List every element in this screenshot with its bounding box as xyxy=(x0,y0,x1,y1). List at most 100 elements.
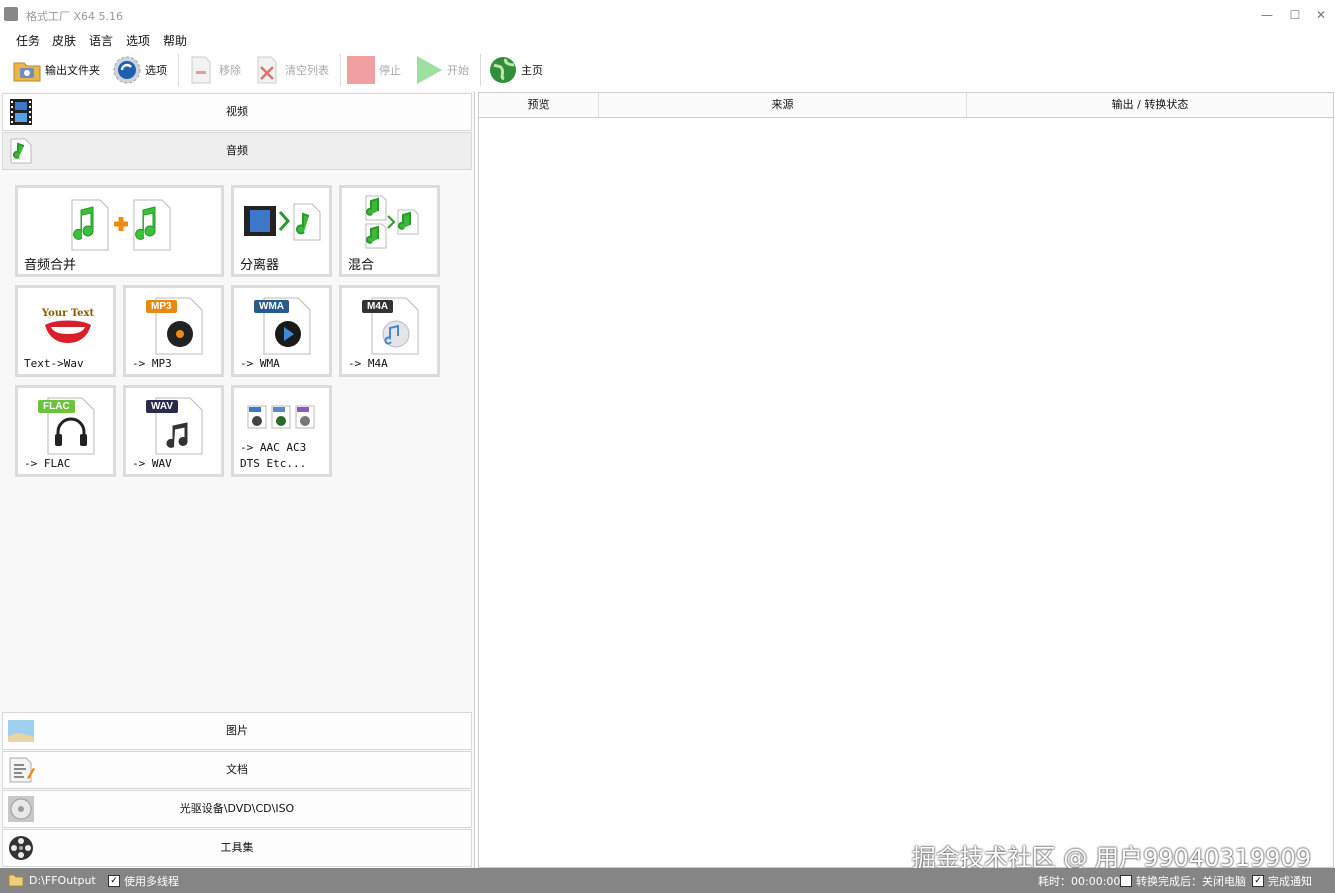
task-list-panel[interactable]: 预览 来源 输出 / 转换状态 xyxy=(478,92,1334,868)
to-flac-label: -> FLAC xyxy=(24,457,71,470)
shutdown-after-checkbox[interactable]: 转换完成后：关闭电脑 xyxy=(1120,873,1246,889)
category-optical-label: 光驱设备\DVD\CD\ISO xyxy=(179,802,295,815)
home-label: 主页 xyxy=(521,64,543,77)
elapsed-label: 耗时：00:00:00 xyxy=(1038,875,1121,888)
m4a-icon: M4A xyxy=(360,296,422,359)
shutdown-after-check xyxy=(1120,875,1132,887)
to-m4a-label: -> M4A xyxy=(348,357,388,370)
aac-label-line1: -> AAC AC3 xyxy=(240,441,307,454)
toolbar-separator xyxy=(178,54,179,86)
start-button[interactable]: 开始 xyxy=(414,52,469,88)
wma-icon: WMA xyxy=(252,296,314,359)
to-mp3-tile[interactable]: MP3 -> MP3 xyxy=(123,285,224,377)
toolbar-separator xyxy=(340,54,341,86)
clear-list-label: 清空列表 xyxy=(285,64,329,77)
mp3-badge: MP3 xyxy=(146,300,177,313)
window-title: 格式工厂 X64 5.16 xyxy=(26,10,124,23)
title-bar: 格式工厂 X64 5.16 — ☐ ✕ xyxy=(0,0,1335,30)
audio-merge-label: 音频合并 xyxy=(24,258,77,273)
column-source[interactable]: 来源 xyxy=(599,93,967,118)
your-text-art: Your Text xyxy=(41,308,95,319)
toolbar-separator xyxy=(480,54,481,86)
category-tools-label: 工具集 xyxy=(220,841,254,854)
menu-task[interactable]: 任务 xyxy=(16,32,40,49)
status-bar: D:\FFOutput ✓ 使用多线程 耗时：00:00:00 转换完成后：关闭… xyxy=(0,868,1335,893)
gear-icon xyxy=(112,55,142,85)
to-aac-ac3-label: -> AAC AC3 DTS Etc... xyxy=(240,440,306,472)
to-mp3-label: -> MP3 xyxy=(132,357,172,370)
menu-options[interactable]: 选项 xyxy=(126,32,150,49)
column-preview[interactable]: 预览 xyxy=(479,93,599,118)
aac-ac3-icon xyxy=(246,404,318,433)
multithread-check: ✓ xyxy=(108,875,120,887)
mp3-icon: MP3 xyxy=(144,296,206,359)
options-label: 选项 xyxy=(145,64,167,77)
stop-label: 停止 xyxy=(379,64,401,77)
wma-badge: WMA xyxy=(254,300,289,313)
column-output-status[interactable]: 输出 / 转换状态 xyxy=(967,93,1333,118)
splitter-tile[interactable]: 分离器 xyxy=(231,185,332,277)
minimize-button[interactable]: — xyxy=(1252,4,1282,26)
home-button[interactable]: 主页 xyxy=(488,52,543,88)
flac-icon: FLAC xyxy=(36,396,98,459)
remove-icon xyxy=(186,55,216,85)
to-aac-ac3-tile[interactable]: -> AAC AC3 DTS Etc... xyxy=(231,385,332,477)
to-wma-tile[interactable]: WMA -> WMA xyxy=(231,285,332,377)
category-document[interactable]: 文档 xyxy=(2,751,472,789)
category-audio[interactable]: 音频 xyxy=(2,132,472,170)
menu-language[interactable]: 语言 xyxy=(89,32,113,49)
left-panel: 视频 音频 音频合并 分离器 混合 Your Text Text->Wav MP… xyxy=(0,92,475,868)
category-tools[interactable]: 工具集 xyxy=(2,829,472,867)
to-m4a-tile[interactable]: M4A -> M4A xyxy=(339,285,440,377)
stop-icon xyxy=(346,55,376,85)
menu-bar: 任务 皮肤 语言 选项 帮助 xyxy=(0,30,1335,50)
multithread-checkbox[interactable]: ✓ 使用多线程 xyxy=(108,873,179,889)
flac-badge: FLAC xyxy=(38,400,75,413)
app-icon xyxy=(4,7,18,21)
text-to-wav-icon: Your Text xyxy=(38,308,98,348)
menu-help[interactable]: 帮助 xyxy=(163,32,187,49)
category-optical[interactable]: 光驱设备\DVD\CD\ISO xyxy=(2,790,472,828)
stop-button[interactable]: 停止 xyxy=(346,52,401,88)
category-picture[interactable]: 图片 xyxy=(2,712,472,750)
options-button[interactable]: 选项 xyxy=(112,52,167,88)
category-audio-label: 音频 xyxy=(226,144,248,157)
output-folder-label: 输出文件夹 xyxy=(45,64,100,77)
toolbar: 输出文件夹 选项 移除 清空列表 停止 开始 主页 xyxy=(0,52,1335,90)
start-label: 开始 xyxy=(447,64,469,77)
splitter-icon xyxy=(242,202,324,245)
folder-small-icon xyxy=(8,874,24,887)
clear-list-button[interactable]: 清空列表 xyxy=(252,52,329,88)
shutdown-after-label: 转换完成后：关闭电脑 xyxy=(1136,875,1246,888)
multithread-label: 使用多线程 xyxy=(124,875,179,888)
notify-checkbox[interactable]: ✓ 完成通知 xyxy=(1252,873,1312,889)
elapsed-time: 耗时：00:00:00 xyxy=(1038,873,1120,889)
category-document-label: 文档 xyxy=(226,763,248,776)
to-flac-tile[interactable]: FLAC -> FLAC xyxy=(15,385,116,477)
to-wav-tile[interactable]: WAV -> WAV xyxy=(123,385,224,477)
folder-icon xyxy=(12,55,42,85)
output-path[interactable]: D:\FFOutput xyxy=(8,873,96,887)
audio-merge-icon xyxy=(68,196,178,255)
remove-button[interactable]: 移除 xyxy=(186,52,241,88)
output-folder-button[interactable]: 输出文件夹 xyxy=(12,52,100,88)
mix-label: 混合 xyxy=(348,258,375,273)
globe-icon xyxy=(488,55,518,85)
close-button[interactable]: ✕ xyxy=(1306,4,1335,26)
text-to-wav-label: Text->Wav xyxy=(24,357,84,370)
wav-icon: WAV xyxy=(144,396,206,459)
menu-skin[interactable]: 皮肤 xyxy=(52,32,76,49)
notify-label: 完成通知 xyxy=(1268,875,1312,888)
wav-badge: WAV xyxy=(146,400,179,413)
audio-merge-tile[interactable]: 音频合并 xyxy=(15,185,224,277)
splitter-label: 分离器 xyxy=(240,258,280,273)
text-to-wav-tile[interactable]: Your Text Text->Wav xyxy=(15,285,116,377)
category-video[interactable]: 视频 xyxy=(2,93,472,131)
output-path-label: D:\FFOutput xyxy=(29,873,96,887)
to-wma-label: -> WMA xyxy=(240,357,280,370)
mix-tile[interactable]: 混合 xyxy=(339,185,440,277)
notify-check: ✓ xyxy=(1252,875,1264,887)
remove-label: 移除 xyxy=(219,64,241,77)
mix-icon xyxy=(364,194,420,253)
aac-label-line2: DTS Etc... xyxy=(240,457,307,470)
